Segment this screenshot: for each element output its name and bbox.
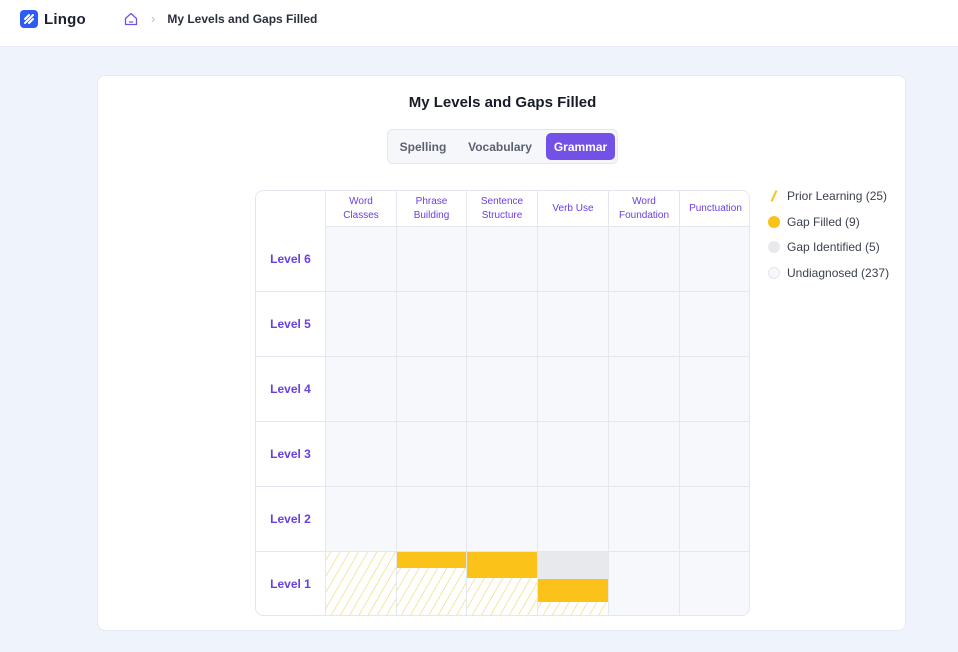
row-label: Level 4 (256, 356, 325, 421)
grid-cell[interactable] (466, 551, 537, 615)
row-label: Level 2 (256, 486, 325, 551)
grid-cell[interactable] (396, 486, 466, 551)
column-header: Phrase Building (396, 191, 466, 226)
grid-cell[interactable] (679, 291, 749, 356)
grid-cell[interactable] (679, 486, 749, 551)
app-name: Lingo (44, 10, 86, 28)
column-header: Punctuation (679, 191, 749, 226)
column-header: Word Classes (325, 191, 396, 226)
grid-cell[interactable] (608, 551, 679, 615)
legend-item-gap-identified: Gap Identified (5) (768, 240, 880, 254)
grid-cell[interactable] (608, 486, 679, 551)
grid-cell[interactable] (396, 421, 466, 486)
grid-cell[interactable] (325, 356, 396, 421)
column-header: Verb Use (537, 191, 608, 226)
dot-icon (768, 241, 780, 253)
grid-cell[interactable] (537, 226, 608, 291)
legend-item-gap-filled: Gap Filled (9) (768, 215, 860, 229)
grid-cell[interactable] (608, 356, 679, 421)
gap-filled-fill (467, 552, 537, 578)
grid-cell[interactable] (537, 421, 608, 486)
dot-icon (768, 267, 780, 279)
grid-cell[interactable] (325, 226, 396, 291)
row-label: Level 3 (256, 421, 325, 486)
chevron-right-icon: › (151, 11, 156, 26)
grid-cell[interactable] (396, 551, 466, 615)
prior-learning-hatch (326, 552, 396, 615)
top-bar: Lingo › My Levels and Gaps Filled (0, 0, 958, 47)
grid-cell[interactable] (537, 291, 608, 356)
grid-cell[interactable] (679, 226, 749, 291)
grid-cell[interactable] (396, 226, 466, 291)
subject-tabs: Spelling Vocabulary Grammar (387, 129, 618, 164)
grid-cell[interactable] (466, 226, 537, 291)
page-title: My Levels and Gaps Filled (408, 94, 597, 111)
row-label: Level 6 (270, 251, 311, 266)
grid-cell[interactable] (466, 291, 537, 356)
dot-icon (768, 216, 780, 228)
gap-filled-fill (397, 552, 466, 568)
levels-card: My Levels and Gaps Filled Spelling Vocab… (97, 75, 906, 631)
grid-cell[interactable] (537, 486, 608, 551)
grid-cell[interactable] (466, 421, 537, 486)
legend-label: Undiagnosed (237) (787, 266, 890, 280)
app-logo[interactable]: Lingo (20, 10, 86, 28)
legend-label: Prior Learning (25) (787, 189, 888, 203)
grid-cell[interactable] (466, 356, 537, 421)
grid-cell[interactable] (608, 421, 679, 486)
legend-label: Gap Filled (9) (787, 215, 860, 229)
grid-cell[interactable] (325, 551, 396, 615)
gap-filled-fill (538, 579, 608, 602)
grid-cell[interactable] (679, 421, 749, 486)
grid-cell[interactable] (537, 356, 608, 421)
tab-spelling[interactable]: Spelling (393, 133, 453, 160)
gap-identified-fill (538, 552, 608, 579)
levels-grid: Word Classes Phrase Building Sentence Stru… (255, 190, 750, 616)
legend-label: Gap Identified (5) (787, 240, 880, 254)
grid-cell[interactable] (325, 486, 396, 551)
breadcrumb: › My Levels and Gaps Filled (123, 11, 317, 27)
grid-cell[interactable] (537, 551, 608, 615)
home-icon[interactable] (123, 11, 139, 27)
row-label: Level 1 (256, 551, 325, 615)
grid-cell[interactable] (608, 226, 679, 291)
tab-grammar[interactable]: Grammar (546, 133, 615, 160)
grid-cell[interactable] (396, 356, 466, 421)
grid-cell[interactable] (679, 551, 749, 615)
grid-cell[interactable] (325, 421, 396, 486)
slash-icon (768, 190, 780, 202)
legend-item-prior-learning: Prior Learning (25) (768, 189, 887, 203)
legend-item-undiagnosed: Undiagnosed (237) (768, 266, 889, 280)
breadcrumb-current: My Levels and Gaps Filled (167, 12, 318, 26)
grid-cell[interactable] (466, 486, 537, 551)
lingo-logo-icon (20, 10, 38, 28)
column-header: Sentence Structure (466, 191, 537, 226)
tab-vocabulary[interactable]: Vocabulary (459, 133, 541, 160)
grid-cell[interactable] (396, 291, 466, 356)
grid-cell[interactable] (608, 291, 679, 356)
row-label: Level 5 (256, 291, 325, 356)
grid-cell[interactable] (679, 356, 749, 421)
column-header: Word Foundation (608, 191, 679, 226)
grid-cell[interactable] (325, 291, 396, 356)
